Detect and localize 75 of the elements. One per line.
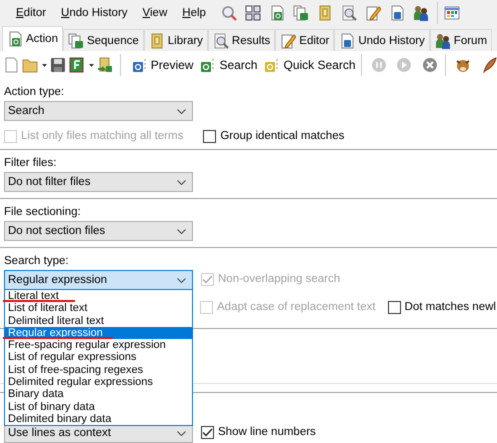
- results-icon[interactable]: [340, 5, 357, 21]
- undo-document-icon: [339, 32, 356, 48]
- menu-item[interactable]: Editor: [16, 6, 46, 20]
- tab[interactable]: Results: [208, 29, 276, 51]
- dropdown-option[interactable]: Delimited literal text: [5, 314, 192, 327]
- checkbox-label: Dot matches newl: [404, 300, 496, 314]
- menu-item[interactable]: View: [142, 6, 168, 20]
- caret-icon[interactable]: [42, 64, 47, 66]
- checkbox[interactable]: [203, 130, 216, 142]
- results-icon: [212, 32, 229, 48]
- stop-icon[interactable]: [422, 57, 438, 73]
- toolbar-button[interactable]: Preview: [130, 57, 196, 73]
- tab[interactable]: Forum: [430, 29, 492, 51]
- chevron-icon: [177, 228, 186, 234]
- tab[interactable]: Editor: [275, 29, 334, 51]
- dropdown-option[interactable]: Free-spacing regular expression: [5, 339, 192, 352]
- pencil-icon: [280, 32, 296, 48]
- pencil-icon[interactable]: [364, 5, 381, 21]
- menu-item[interactable]: Undo History: [61, 6, 128, 20]
- tab[interactable]: Sequence: [62, 29, 144, 51]
- library-arrow-icon[interactable]: [96, 57, 113, 73]
- caret-icon[interactable]: [88, 64, 94, 66]
- document-search-icon: [7, 31, 23, 47]
- checkbox-label: List only files matching all terms: [21, 129, 184, 143]
- chevron-icon: [177, 108, 186, 114]
- dropdown[interactable]: Search: [4, 101, 193, 121]
- chevron-icon: [177, 180, 186, 184]
- checkbox-label: Adapt case of replacement text: [217, 300, 376, 314]
- field-label: File sectioning:: [4, 205, 82, 219]
- checkbox-label: Show line numbers: [218, 425, 316, 439]
- dropdown-option[interactable]: Regular expression: [5, 326, 192, 340]
- feather-icon[interactable]: [481, 57, 497, 73]
- people-icon: [434, 32, 451, 48]
- mascot-icon[interactable]: [455, 57, 472, 73]
- toolbar-button[interactable]: Search: [198, 57, 260, 73]
- library-icon: [148, 32, 165, 48]
- dropdown-option[interactable]: Delimited binary data: [5, 412, 192, 426]
- file-icon[interactable]: [68, 57, 85, 73]
- grid-icon[interactable]: [244, 5, 261, 21]
- dropdown-option[interactable]: Binary data: [5, 388, 192, 401]
- field-label: Filter files:: [4, 156, 58, 170]
- check-icon: [202, 428, 213, 436]
- check-icon: [202, 274, 213, 284]
- people-icon[interactable]: [412, 5, 429, 21]
- dropdown-option[interactable]: Delimited regular expressions: [5, 376, 192, 388]
- documents-search-icon[interactable]: [292, 5, 309, 21]
- color-grid-icon[interactable]: [444, 5, 460, 21]
- dropdown-option[interactable]: List of literal text: [5, 302, 192, 315]
- checkbox-label: Group identical matches: [220, 129, 344, 143]
- dropdown-option[interactable]: Literal text: [5, 290, 192, 302]
- field-label: Action type:: [4, 85, 66, 99]
- chevron-icon: [177, 430, 186, 436]
- documents-search-icon: [68, 32, 84, 48]
- tab[interactable]: Library: [144, 29, 208, 51]
- toolbar-button[interactable]: Quick Search: [262, 57, 358, 73]
- dropdown-option[interactable]: List of binary data: [5, 400, 192, 413]
- tab[interactable]: Action: [2, 26, 63, 51]
- dropdown-option[interactable]: List of regular expressions: [5, 351, 192, 364]
- magnifier-icon[interactable]: [220, 5, 237, 21]
- tab[interactable]: Undo History: [334, 29, 430, 51]
- checkbox-label: Non-overlapping search: [218, 272, 340, 286]
- dropdown[interactable]: Regular expression: [4, 270, 193, 290]
- field-label: Search type:: [4, 254, 70, 268]
- library-icon[interactable]: [316, 5, 333, 21]
- save-icon[interactable]: [50, 57, 66, 73]
- dropdown-option[interactable]: List of free-spacing regexes: [5, 364, 192, 376]
- document-search-icon[interactable]: [268, 5, 285, 21]
- checkbox[interactable]: [388, 300, 401, 314]
- dropdown[interactable]: Do not filter files: [4, 172, 193, 192]
- undo-document-icon[interactable]: [388, 5, 405, 21]
- dropdown[interactable]: Do not section files: [4, 221, 193, 241]
- chevron-icon: [177, 278, 186, 282]
- checkbox[interactable]: [201, 426, 214, 438]
- new-document-icon[interactable]: [3, 57, 19, 73]
- menu-item[interactable]: Help: [182, 6, 206, 20]
